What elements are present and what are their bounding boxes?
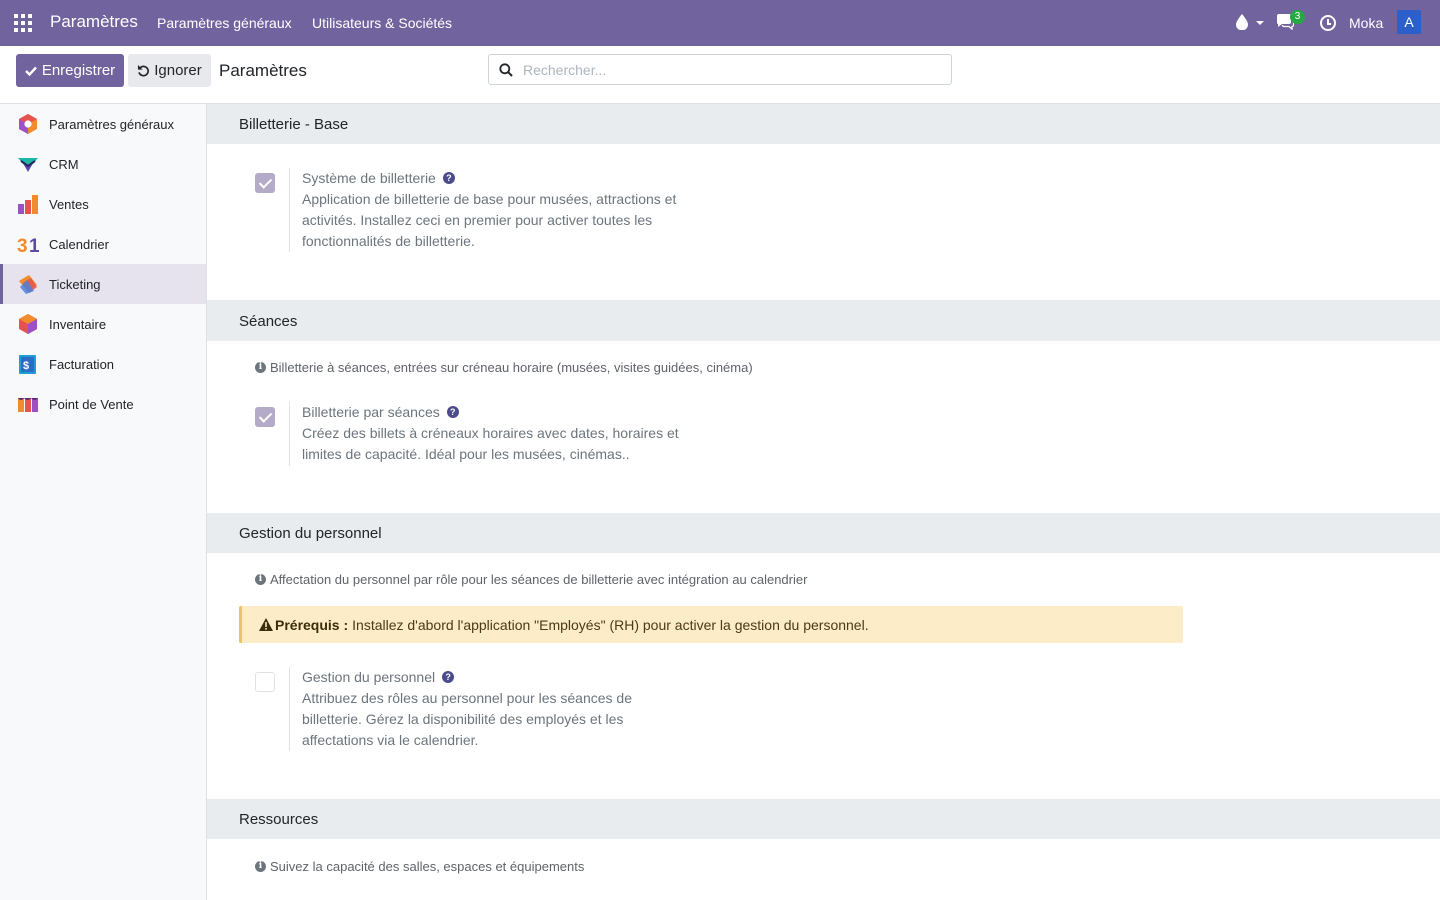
discard-button[interactable]: Ignorer (128, 54, 211, 87)
setting-title: Billetterie par séances ? (302, 404, 459, 420)
invoicing-app-icon: $ (19, 355, 36, 374)
setting-ticketing-system: Système de billetterie ? Application de … (255, 168, 755, 260)
ticketing-system-checkbox[interactable] (255, 173, 275, 193)
chevron-down-icon[interactable] (1256, 21, 1264, 25)
save-label: Enregistrer (41, 62, 116, 79)
sidebar-item-invoicing[interactable]: $ Facturation (0, 344, 206, 384)
session-ticketing-checkbox[interactable] (255, 407, 275, 427)
section-info: i Affectation du personnel par rôle pour… (255, 572, 807, 587)
setting-session-ticketing: Billetterie par séances ? Créez des bill… (255, 402, 755, 472)
section-title: Gestion du personnel (239, 525, 382, 542)
user-avatar[interactable]: A (1397, 10, 1421, 34)
search-box[interactable] (488, 54, 952, 85)
warning-icon (259, 618, 273, 631)
search-icon (499, 63, 513, 77)
save-button[interactable]: Enregistrer (16, 54, 124, 87)
setting-title-text: Gestion du personnel (302, 669, 436, 685)
sales-app-icon (18, 195, 38, 214)
staff-management-checkbox[interactable] (255, 672, 275, 692)
sidebar-label: Ventes (49, 196, 89, 212)
sidebar-label: Inventaire (49, 316, 107, 332)
setting-divider (289, 402, 290, 466)
section-info-text: Billetterie à séances, entrées sur créne… (270, 360, 753, 375)
setting-divider (289, 168, 290, 252)
sidebar-item-calendar[interactable]: 3 1 Calendrier (0, 224, 206, 264)
ticketing-app-icon (19, 275, 37, 294)
sidebar-label: Paramètres généraux (49, 116, 175, 132)
sidebar-label: Point de Vente (49, 396, 134, 412)
undo-icon (138, 64, 150, 77)
info-icon: i (255, 574, 266, 585)
settings-content: Billetterie - Base Système de billetteri… (207, 104, 1440, 900)
warning-label: Prérequis : (275, 616, 349, 633)
calendar-app-icon: 3 1 (17, 236, 39, 255)
top-navbar: Paramètres Paramètres généraux Utilisate… (0, 0, 1440, 46)
section-info: i Billetterie à séances, entrées sur cré… (255, 360, 753, 375)
help-icon[interactable]: ? (442, 172, 455, 184)
sidebar-label: CRM (49, 156, 79, 172)
info-icon: i (255, 861, 266, 872)
menu-users-companies[interactable]: Utilisateurs & Sociétés (312, 15, 452, 31)
crm-app-icon (18, 158, 38, 172)
section-title: Ressources (239, 811, 319, 828)
setting-title-text: Billetterie par séances (302, 404, 440, 420)
sidebar-label: Ticketing (49, 276, 101, 292)
setting-description: Application de billetterie de base pour … (302, 191, 677, 249)
sidebar-item-general-settings[interactable]: Paramètres généraux (0, 104, 206, 144)
sidebar-item-sales[interactable]: Ventes (0, 184, 206, 224)
svg-text:$: $ (23, 360, 29, 372)
setting-divider (289, 667, 290, 751)
svg-text:3: 3 (17, 236, 28, 255)
sidebar-item-inventory[interactable]: Inventaire (0, 304, 206, 344)
info-icon: i (255, 362, 266, 373)
section-header: Ressources (207, 799, 1440, 839)
clock-icon[interactable] (1320, 15, 1336, 31)
company-switcher[interactable]: Moka (1349, 15, 1383, 31)
settings-app-icon (19, 114, 37, 134)
apps-menu-icon[interactable] (14, 14, 32, 32)
discard-label: Ignorer (154, 62, 202, 79)
sidebar-item-crm[interactable]: CRM (0, 144, 206, 184)
section-info-text: Suivez la capacité des salles, espaces e… (270, 859, 585, 874)
svg-text:1: 1 (29, 236, 39, 255)
setting-description: Attribuez des rôles au personnel pour le… (302, 690, 632, 748)
page-title: Paramètres (219, 61, 307, 80)
section-header: Billetterie - Base (207, 104, 1440, 144)
setting-title: Gestion du personnel ? (302, 669, 455, 685)
settings-sidebar: Paramètres généraux CRM Ventes 3 1 Calen… (0, 104, 207, 900)
help-icon[interactable]: ? (442, 671, 455, 683)
setting-description: Créez des billets à créneaux horaires av… (302, 425, 679, 462)
section-header: Gestion du personnel (207, 513, 1440, 553)
setting-title: Système de billetterie ? (302, 170, 455, 186)
control-panel: Enregistrer Ignorer Paramètres (0, 46, 1440, 104)
sidebar-label: Calendrier (49, 236, 109, 252)
setting-title-text: Système de billetterie (302, 170, 436, 186)
help-icon[interactable]: ? (446, 406, 459, 418)
check-icon (24, 66, 37, 76)
section-title: Billetterie - Base (239, 116, 349, 133)
droplet-icon[interactable] (1236, 14, 1248, 30)
search-input[interactable] (523, 59, 943, 81)
prerequisite-warning: Prérequis : Installez d'abord l'applicat… (239, 606, 1183, 643)
section-header: Séances (207, 300, 1440, 341)
menu-general-settings[interactable]: Paramètres généraux (157, 15, 292, 31)
sidebar-item-pos[interactable]: Point de Vente (0, 384, 206, 424)
section-info: i Suivez la capacité des salles, espaces… (255, 859, 584, 874)
app-brand[interactable]: Paramètres (50, 12, 138, 32)
section-info-text: Affectation du personnel par rôle pour l… (270, 572, 808, 587)
setting-staff-management: Gestion du personnel ? Attribuez des rôl… (255, 667, 755, 757)
warning-text: Installez d'abord l'application "Employé… (352, 616, 869, 633)
sidebar-label: Facturation (49, 356, 115, 372)
inventory-app-icon (19, 314, 37, 334)
pos-app-icon (18, 398, 38, 412)
chat-count-badge: 3 (1290, 10, 1305, 24)
sidebar-item-ticketing[interactable]: Ticketing (0, 264, 206, 304)
section-title: Séances (239, 313, 298, 330)
